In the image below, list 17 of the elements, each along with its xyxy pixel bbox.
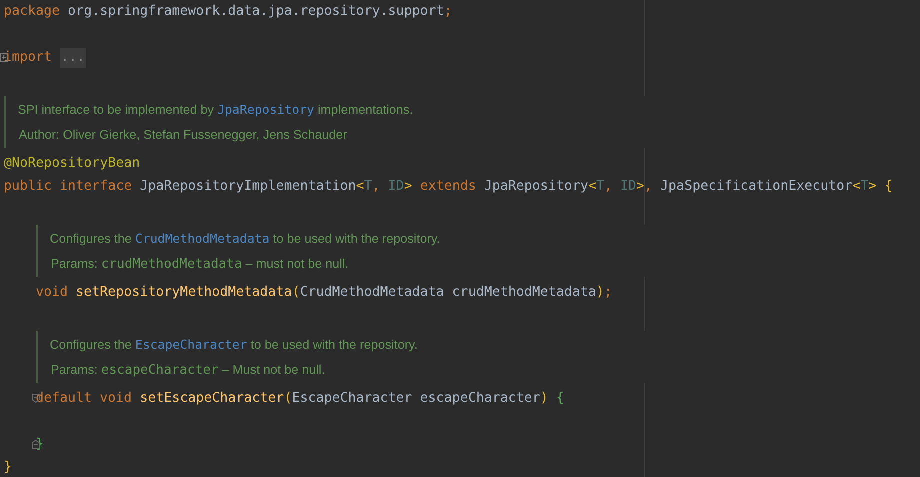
doc-link[interactable]: CrudMethodMetadata [135, 230, 270, 246]
doc-text: Configures the CrudMethodMetadata to be used with the repository. [50, 230, 440, 246]
doc-text: Configures the EscapeCharacter to be used with the repository. [50, 336, 418, 352]
code-line: default void setEscapeCharacter(EscapeCharacter escapeCharacter) { [36, 391, 564, 406]
folded-code-button[interactable]: ... [60, 48, 86, 68]
doc-text: Params: crudMethodMetadata – must not be null. [51, 256, 349, 272]
doc-link[interactable]: JpaRepository [218, 102, 314, 116]
code-line: } [4, 460, 12, 475]
doc-text: Author: Oliver Gierke, Stefan Fussenegger, Jens Schauder [19, 128, 348, 142]
code-line: public interface JpaRepositoryImplementation<T, ID> extends JpaRepository<T, ID>, JpaSpecificationExecutor<T> { [4, 179, 893, 194]
code-line: @NoRepositoryBean [4, 156, 140, 171]
code-line: package org.springframework.data.jpa.repository.support; [4, 4, 452, 19]
doc-text: Params: escapeCharacter – Must not be null. [51, 362, 326, 378]
doc-text: SPI interface to be implemented by JpaRepository implementations. [18, 102, 414, 116]
doc-link[interactable]: EscapeCharacter [135, 336, 248, 352]
code-line: void setRepositoryMethodMetadata(CrudMethodMetadata crudMethodMetadata); [36, 285, 612, 300]
code-line: import [4, 50, 54, 65]
